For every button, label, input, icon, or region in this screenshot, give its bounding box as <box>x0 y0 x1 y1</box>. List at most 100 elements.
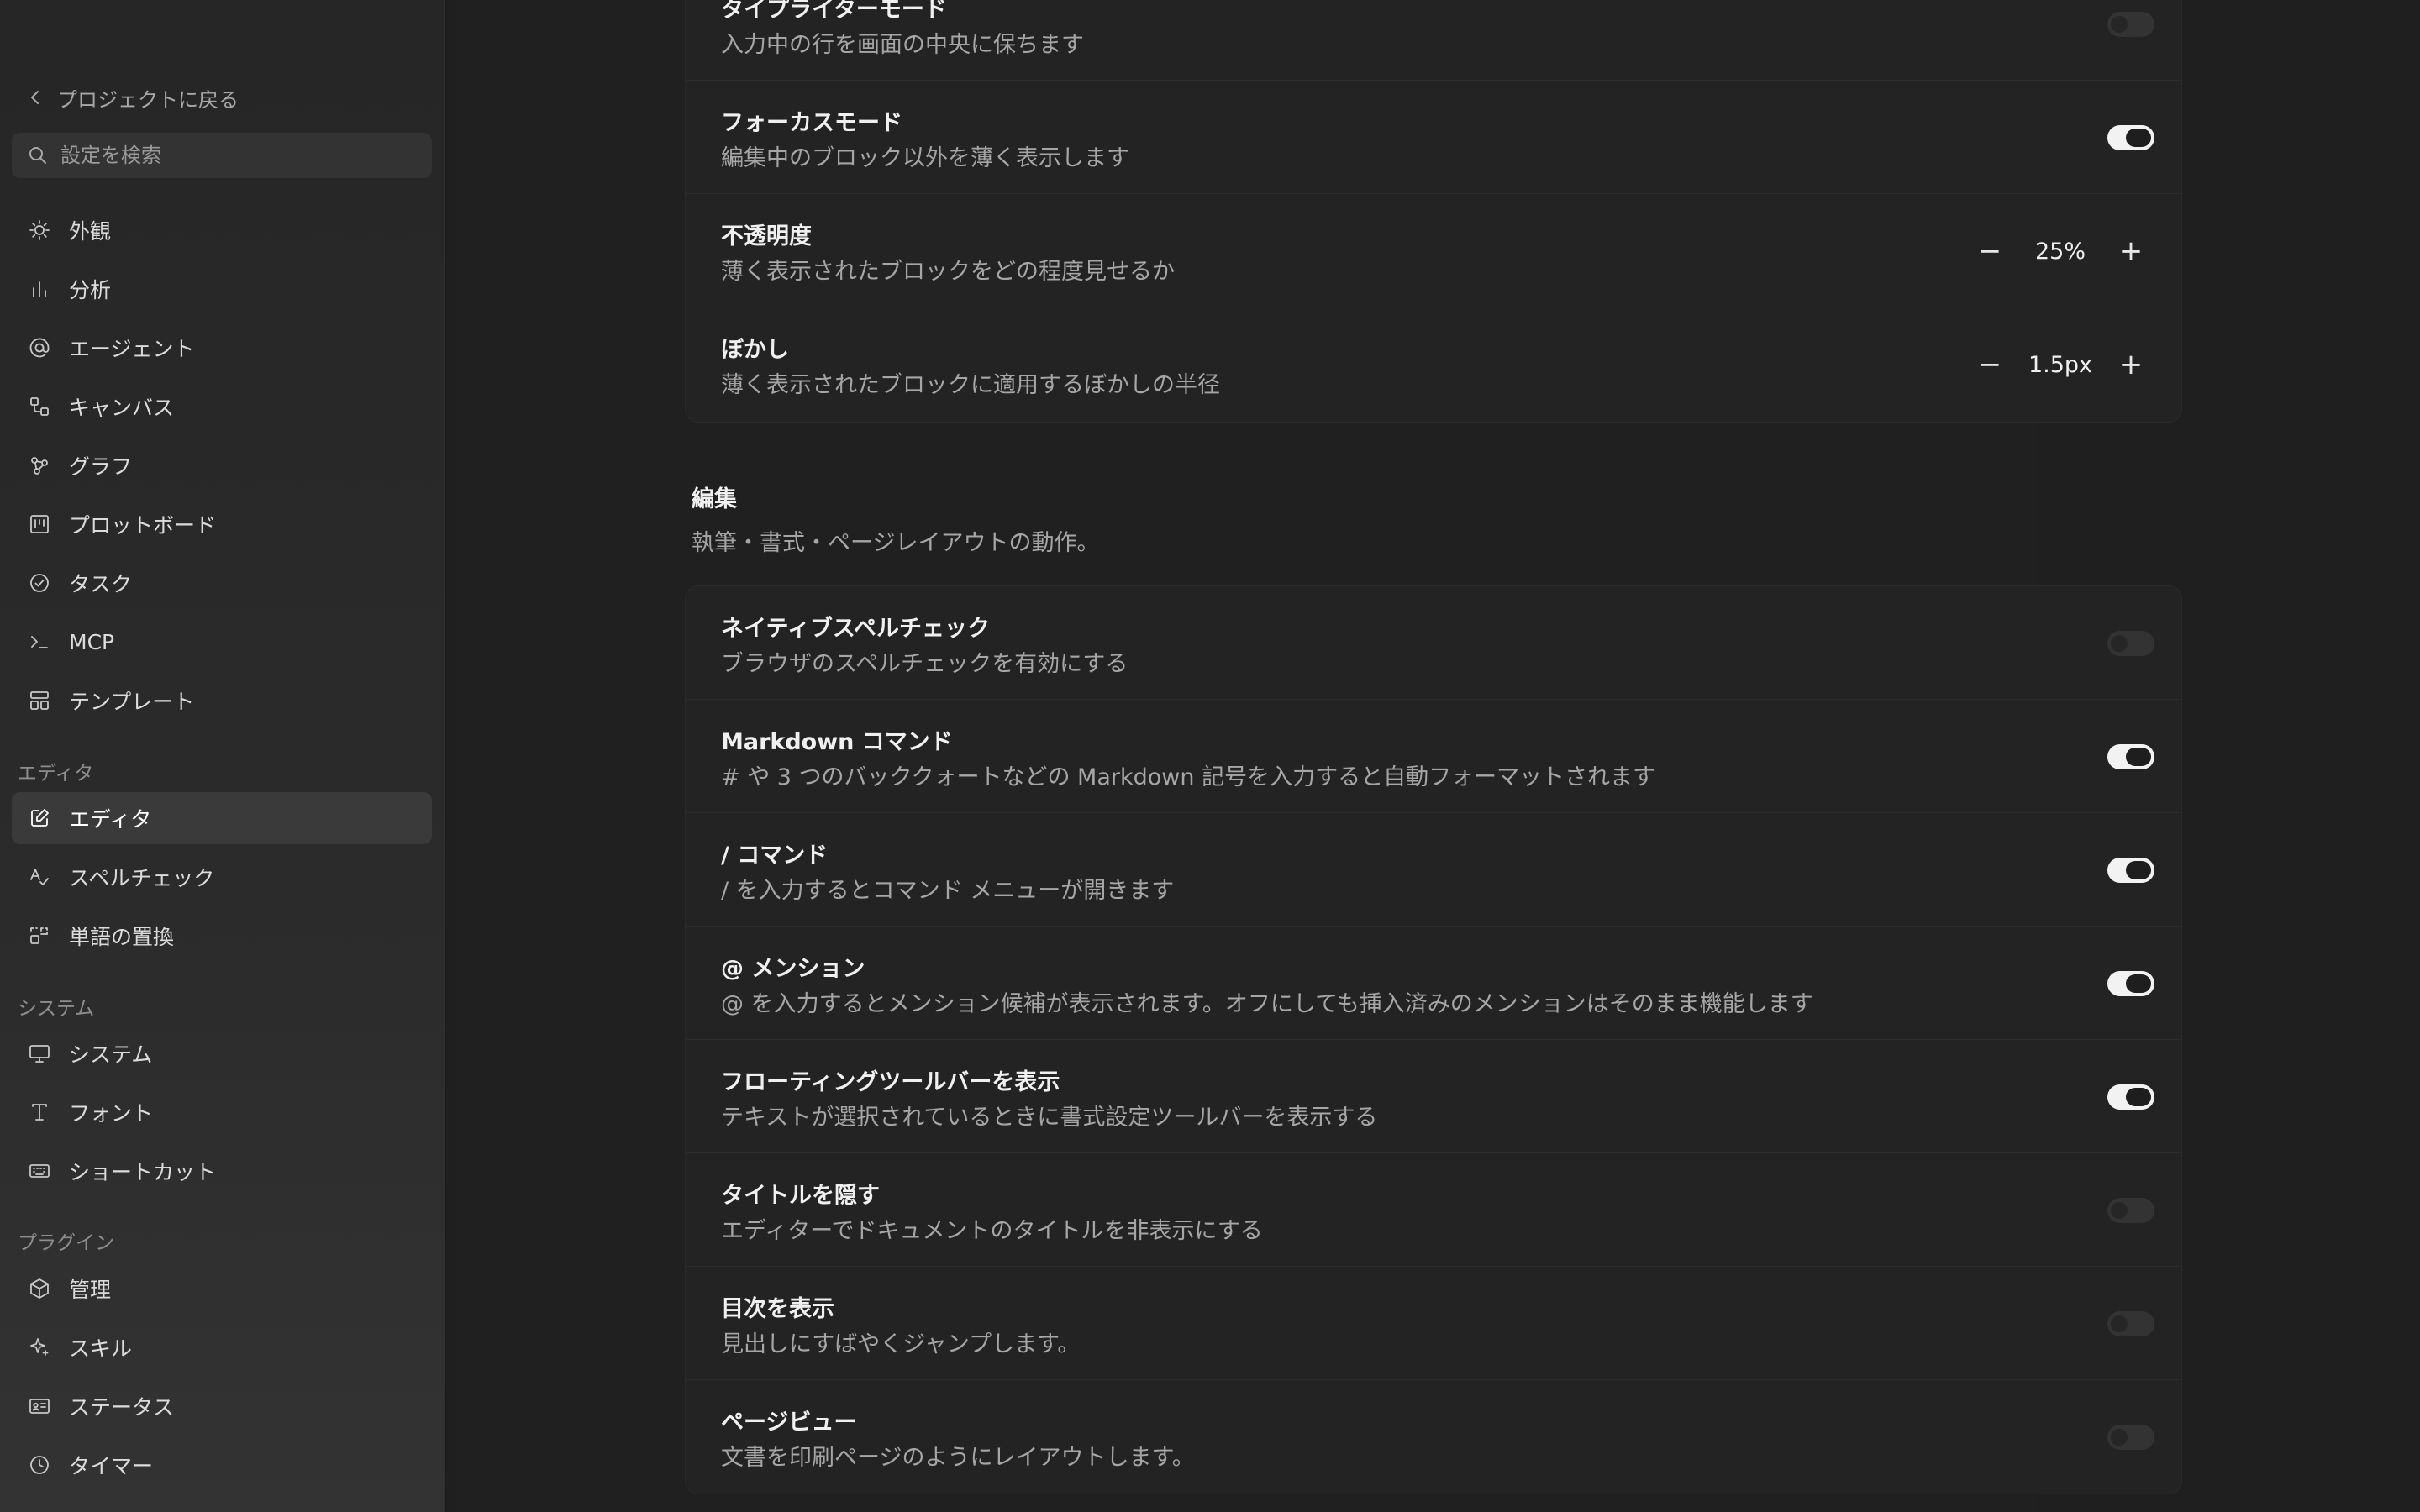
setting-title: 不透明度 <box>721 223 812 249</box>
sidebar-item-skills[interactable]: スキル <box>12 1321 432 1373</box>
setting-row-native-spellcheck: ネイティブスペルチェック ブラウザのスペルチェックを有効にする <box>686 586 2181 700</box>
setting-desc: / を入力するとコマンド メニューが開きます <box>721 878 1175 904</box>
chevron-left-icon <box>31 91 39 104</box>
blur-increase-button[interactable]: + <box>2114 348 2148 381</box>
setting-title: ページビュー <box>721 1410 857 1436</box>
search-input[interactable] <box>59 143 398 168</box>
sidebar-item-word-replace[interactable]: 単語の置換 <box>12 910 432 962</box>
clock-icon <box>30 1456 49 1474</box>
graph-icon <box>31 457 48 475</box>
setting-row-typewriter: タイプライターモード 入力中の行を画面の中央に保ちます <box>686 0 2181 81</box>
sun-icon <box>29 220 50 240</box>
sidebar-item-manage[interactable]: 管理 <box>12 1263 432 1315</box>
sidebar-item-appearance[interactable]: 外観 <box>12 204 432 256</box>
mentions-toggle[interactable] <box>2107 971 2154 996</box>
monitor-icon <box>29 1045 50 1063</box>
bar-chart-icon <box>33 281 46 297</box>
editing-settings-card: ネイティブスペルチェック ブラウザのスペルチェックを有効にする Markdown… <box>685 585 2182 1494</box>
settings-sidebar: プロジェクトに戻る 外観 分析 エージェント キャンバス グラフ プロットボード… <box>0 0 445 1512</box>
typewriter-toggle[interactable] <box>2107 12 2154 37</box>
sidebar-item-shortcuts[interactable]: ショートカット <box>12 1145 432 1197</box>
opacity-decrease-button[interactable]: − <box>1973 234 2007 268</box>
at-sign-icon <box>29 338 50 358</box>
hide-title-toggle[interactable] <box>2107 1198 2154 1223</box>
sidebar-section-plugins: プラグイン <box>18 1232 114 1254</box>
setting-title: タイトルを隠す <box>721 1183 880 1209</box>
spellcheck-icon <box>30 869 49 885</box>
setting-row-markdown-commands: Markdown コマンド # や 3 つのバッククォートなどの Markdow… <box>686 700 2181 813</box>
setting-row-mentions: @ メンション @ を入力するとメンション候補が表示されます。オフにしても挿入済… <box>686 927 2181 1040</box>
setting-desc: 文書を印刷ページのようにレイアウトします。 <box>721 1445 1195 1471</box>
sidebar-item-spellcheck[interactable]: スペルチェック <box>12 851 432 903</box>
setting-row-hide-title: タイトルを隠す エディターでドキュメントのタイトルを非表示にする <box>686 1153 2181 1267</box>
back-label: プロジェクトに戻る <box>57 87 239 112</box>
opacity-increase-button[interactable]: + <box>2114 234 2148 268</box>
setting-desc: テキストが選択されているときに書式設定ツールバーを表示する <box>721 1105 1378 1131</box>
sidebar-item-tasks[interactable]: タスク <box>12 557 432 609</box>
setting-row-floating-toolbar: フローティングツールバーを表示 テキストが選択されているときに書式設定ツールバー… <box>686 1040 2181 1153</box>
terminal-icon <box>31 636 48 648</box>
sidebar-item-agent[interactable]: エージェント <box>12 322 432 374</box>
floating-toolbar-toggle[interactable] <box>2107 1084 2154 1110</box>
sidebar-item-templates[interactable]: テンプレート <box>12 675 432 727</box>
keyboard-icon <box>29 1164 50 1178</box>
setting-desc: 薄く表示されたブロックをどの程度見せるか <box>721 259 1175 285</box>
sidebar-item-editor[interactable]: エディタ <box>12 792 432 844</box>
sidebar-item-system[interactable]: システム <box>12 1027 432 1079</box>
setting-desc: @ を入力するとメンション候補が表示されます。オフにしても挿入済みのメンションは… <box>721 991 1813 1017</box>
setting-desc: 見出しにすばやくジャンプします。 <box>721 1331 1081 1357</box>
setting-title: @ メンション <box>721 956 865 982</box>
focus-settings-card: タイプライターモード 入力中の行を画面の中央に保ちます フォーカスモード 編集中… <box>685 0 2182 423</box>
id-card-icon <box>29 1399 50 1414</box>
settings-search[interactable] <box>12 133 432 178</box>
native-spellcheck-toggle[interactable] <box>2107 631 2154 656</box>
setting-desc: 薄く表示されたブロックに適用するぼかしの半径 <box>721 372 1220 398</box>
setting-desc: # や 3 つのバッククォートなどの Markdown 記号を入力すると自動フォ… <box>721 764 1656 790</box>
sparkle-icon <box>30 1338 49 1356</box>
setting-title: Markdown コマンド <box>721 729 953 755</box>
check-circle-icon <box>30 574 49 592</box>
focus-mode-toggle[interactable] <box>2107 125 2154 150</box>
page-view-toggle[interactable] <box>2107 1425 2154 1450</box>
sidebar-item-graph[interactable]: グラフ <box>12 439 432 491</box>
sidebar-section-system: システム <box>18 998 95 1020</box>
sidebar-item-analytics[interactable]: 分析 <box>12 263 432 315</box>
package-icon <box>30 1278 49 1299</box>
template-icon <box>30 691 49 710</box>
slash-commands-toggle[interactable] <box>2107 858 2154 883</box>
setting-row-page-view: ページビュー 文書を印刷ページのようにレイアウトします。 <box>686 1380 2181 1494</box>
kanban-icon <box>30 515 49 533</box>
replace-icon <box>30 927 48 944</box>
sidebar-item-timer[interactable]: タイマー <box>12 1439 432 1491</box>
sidebar-item-mcp[interactable]: MCP <box>12 616 432 668</box>
setting-title: タイプライターモード <box>721 0 947 23</box>
setting-desc: エディターでドキュメントのタイトルを非表示にする <box>721 1218 1263 1244</box>
search-icon <box>29 147 46 164</box>
sidebar-item-status[interactable]: ステータス <box>12 1380 432 1432</box>
type-icon <box>32 1104 47 1121</box>
setting-title: フォーカスモード <box>721 110 902 136</box>
editing-section-desc: 執筆・書式・ページレイアウトの動作。 <box>692 530 1100 556</box>
markdown-commands-toggle[interactable] <box>2107 744 2154 769</box>
setting-row-slash-commands: / コマンド / を入力するとコマンド メニューが開きます <box>686 813 2181 927</box>
setting-title: ネイティブスペルチェック <box>721 616 990 642</box>
sidebar-item-canvas[interactable]: キャンバス <box>12 381 432 433</box>
setting-title: / コマンド <box>721 843 829 869</box>
opacity-value: 25% <box>2034 238 2086 265</box>
back-to-project-link[interactable]: プロジェクトに戻る <box>27 82 239 113</box>
setting-desc: 編集中のブロック以外を薄く表示します <box>721 145 1129 171</box>
sidebar-item-fonts[interactable]: フォント <box>12 1086 432 1138</box>
blur-decrease-button[interactable]: − <box>1973 348 2007 381</box>
setting-desc: ブラウザのスペルチェックを有効にする <box>721 651 1128 677</box>
sidebar-item-plotboard[interactable]: プロットボード <box>12 498 432 550</box>
blur-value: 1.5px <box>2028 351 2093 378</box>
opacity-stepper: − 25% + <box>1973 229 2148 273</box>
setting-title: ぼかし <box>721 337 789 363</box>
edit-icon <box>31 809 49 827</box>
canvas-icon <box>30 397 49 416</box>
editing-section-title: 編集 <box>692 486 737 512</box>
blur-stepper: − 1.5px + <box>1973 343 2148 386</box>
table-of-contents-toggle[interactable] <box>2107 1311 2154 1336</box>
sidebar-section-editor: エディタ <box>18 763 94 785</box>
setting-row-focus-mode: フォーカスモード 編集中のブロック以外を薄く表示します <box>686 81 2181 194</box>
